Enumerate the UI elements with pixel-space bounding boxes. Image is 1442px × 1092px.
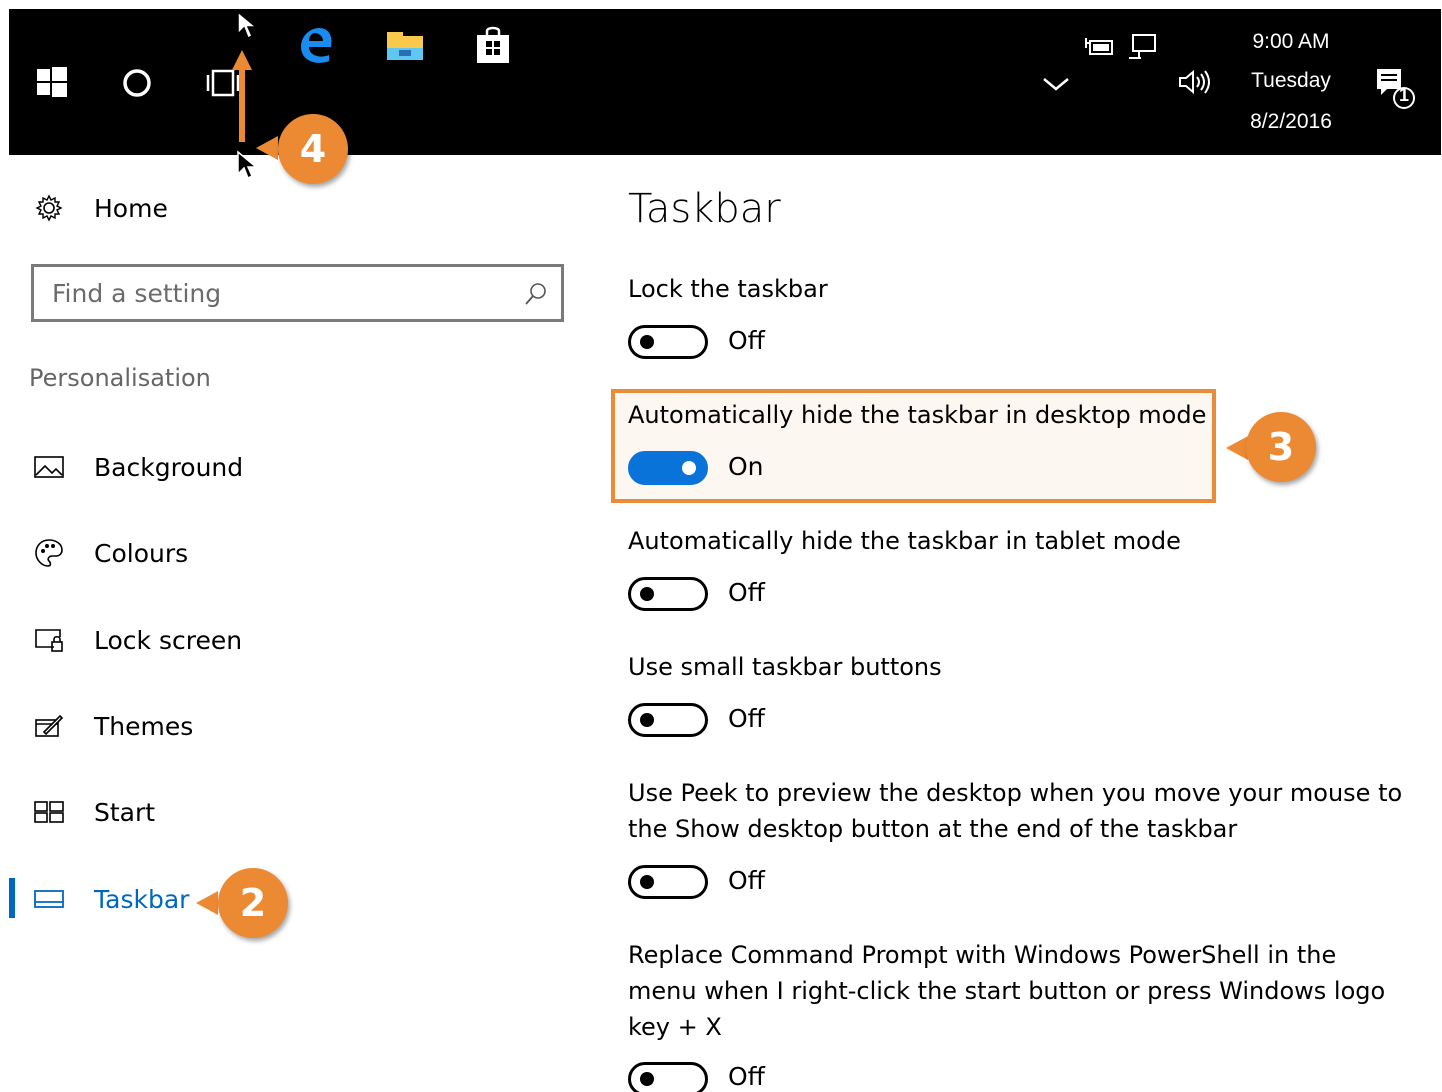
store-icon[interactable] (471, 23, 515, 67)
search-input[interactable] (52, 275, 522, 311)
selection-indicator (9, 878, 15, 918)
windows-taskbar: 9:00 AM Tuesday 8/2/2016 1 (9, 9, 1441, 155)
picture-icon (32, 452, 66, 482)
sidebar-item-background[interactable]: Background (32, 447, 243, 487)
clock-time[interactable]: 9:00 AM (1231, 30, 1351, 54)
step-4-callout: 4 (278, 114, 348, 184)
section-title: Personalisation (29, 364, 211, 392)
sidebar-item-label: Taskbar (94, 884, 190, 914)
palette-icon (32, 538, 66, 568)
sidebar-item-label: Lock screen (94, 625, 243, 655)
sidebar-item-taskbar[interactable]: Taskbar (32, 879, 189, 919)
up-arrow-icon (230, 48, 254, 148)
notification-count-badge: 1 (1398, 85, 1409, 105)
page-title: Taskbar (628, 186, 781, 232)
toggle-state-label: Off (728, 326, 765, 355)
mouse-pointer-icon (236, 150, 259, 186)
sidebar-item-label: Themes (94, 711, 194, 741)
power-icon[interactable] (1083, 33, 1117, 59)
peek-toggle[interactable] (628, 865, 708, 899)
search-icon[interactable] (523, 281, 549, 307)
sidebar-item-lock-screen[interactable]: Lock screen (32, 620, 242, 660)
setting-label: Replace Command Prompt with Windows Powe… (628, 941, 1386, 1041)
step-2-callout: 2 (218, 868, 288, 938)
setting-label: Automatically hide the taskbar in tablet… (628, 527, 1181, 555)
toggle-state-label: Off (728, 1062, 765, 1091)
themes-icon (32, 711, 66, 741)
mouse-pointer-icon (236, 10, 259, 46)
toggle-state-label: Off (728, 704, 765, 733)
network-icon[interactable] (1125, 31, 1161, 61)
small-buttons-toggle[interactable] (628, 703, 708, 737)
lock-screen-icon (32, 625, 66, 655)
auto-hide-tablet-toggle[interactable] (628, 577, 708, 611)
callout-pointer (1226, 436, 1248, 460)
volume-icon[interactable] (1175, 67, 1213, 97)
sidebar-item-colours[interactable]: Colours (32, 533, 188, 573)
toggle-state-label: On (728, 452, 764, 481)
step-3-callout: 3 (1246, 412, 1316, 482)
sidebar-item-start[interactable]: Start (32, 792, 155, 832)
clock-day[interactable]: Tuesday (1231, 69, 1351, 93)
setting-label: Lock the taskbar (628, 275, 828, 303)
chevron-up-icon[interactable] (1039, 69, 1073, 99)
auto-hide-desktop-toggle[interactable] (628, 451, 708, 485)
setting-label: Use small taskbar buttons (628, 653, 942, 681)
sidebar-home[interactable]: Home (32, 188, 168, 228)
powershell-toggle[interactable] (628, 1062, 708, 1092)
taskbar-icon (32, 884, 66, 914)
find-setting-search[interactable] (31, 264, 564, 322)
cortana-icon[interactable] (119, 65, 155, 101)
sidebar-item-themes[interactable]: Themes (32, 706, 193, 746)
callout-pointer (196, 891, 218, 915)
toggle-state-label: Off (728, 578, 765, 607)
file-explorer-icon[interactable] (383, 25, 427, 65)
windows-start-icon[interactable] (35, 65, 69, 99)
callout-pointer (256, 136, 278, 160)
setting-label: Use Peek to preview the desktop when you… (628, 779, 1403, 843)
start-icon (32, 797, 66, 827)
toggle-state-label: Off (728, 866, 765, 895)
sidebar-item-label: Colours (94, 538, 189, 568)
gear-icon (32, 193, 66, 223)
sidebar-item-label: Background (94, 452, 244, 482)
clock-date[interactable]: 8/2/2016 (1231, 110, 1351, 134)
edge-icon[interactable] (295, 23, 339, 67)
lock-taskbar-toggle[interactable] (628, 325, 708, 359)
sidebar-item-label: Start (94, 797, 156, 827)
sidebar-home-label: Home (94, 193, 168, 223)
